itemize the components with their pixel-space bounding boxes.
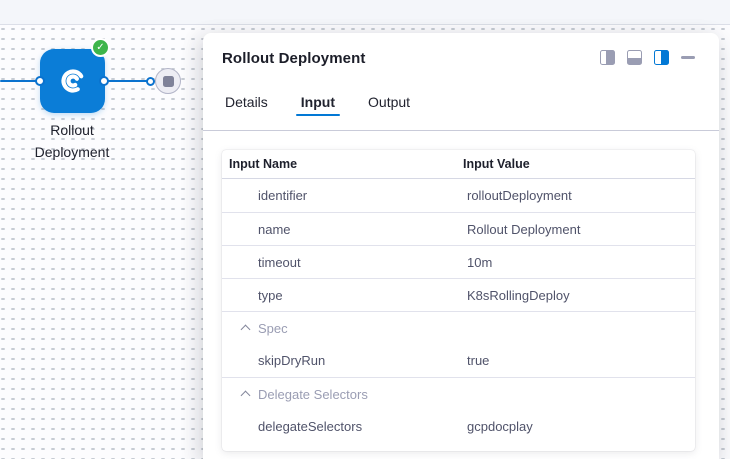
- step-details-panel: Rollout Deployment Details Input Output …: [203, 33, 719, 459]
- input-value-cell: K8sRollingDeploy: [463, 288, 695, 303]
- edge-outgoing: [104, 80, 151, 83]
- tab-input[interactable]: Input: [296, 92, 340, 122]
- input-value-cell: rolloutDeployment: [463, 188, 695, 203]
- input-value-cell: gcpdocplay: [463, 419, 695, 434]
- edge-incoming: [0, 80, 40, 83]
- node-label: Rollout Deployment: [12, 120, 132, 163]
- split-view-toggle-icon[interactable]: [600, 50, 615, 65]
- edge-connector-dot: [146, 77, 155, 86]
- input-value-cell: 10m: [463, 255, 695, 270]
- panel-tabs: Details Input Output: [203, 92, 719, 131]
- input-name-cell: identifier: [222, 188, 463, 203]
- panel-body: Input Name Input Value identifierrollout…: [203, 131, 719, 451]
- input-name-cell: timeout: [222, 255, 463, 270]
- input-name-cell: type: [222, 288, 463, 303]
- input-name-cell: name: [222, 222, 463, 237]
- tab-output[interactable]: Output: [363, 92, 415, 122]
- pipeline-end-node[interactable]: [155, 68, 181, 94]
- app-window: ✓ Rollout Deployment Rollout Deployment …: [0, 0, 730, 459]
- panel-header: Rollout Deployment: [203, 33, 719, 92]
- input-value-cell: Rollout Deployment: [463, 222, 695, 237]
- panel-window-controls: [600, 50, 695, 65]
- input-table-rows: identifierrolloutDeploymentnameRollout D…: [222, 179, 695, 443]
- node-port-right: [99, 76, 109, 86]
- step-node-rollout-deployment[interactable]: [40, 49, 105, 113]
- group-label: Spec: [249, 321, 695, 336]
- success-check-icon: ✓: [91, 38, 110, 57]
- minimize-icon[interactable]: [681, 56, 695, 59]
- tab-details[interactable]: Details: [222, 92, 273, 122]
- table-row: timeout10m: [222, 245, 695, 278]
- table-row: identifierrolloutDeployment: [222, 179, 695, 212]
- input-table-card: Input Name Input Value identifierrollout…: [222, 150, 695, 451]
- group-row: Spec: [222, 311, 695, 344]
- panel-title: Rollout Deployment: [222, 50, 365, 67]
- dock-right-toggle-icon[interactable]: [654, 50, 669, 65]
- dock-bottom-toggle-icon[interactable]: [627, 50, 642, 65]
- input-table-header: Input Name Input Value: [222, 150, 695, 179]
- table-row: delegateSelectorsgcpdocplay: [222, 410, 695, 443]
- stop-square-icon: [163, 76, 174, 87]
- group-row: Delegate Selectors: [222, 377, 695, 410]
- input-value-cell: true: [463, 353, 695, 368]
- column-header-input-value: Input Value: [463, 157, 695, 171]
- table-row: typeK8sRollingDeploy: [222, 278, 695, 311]
- table-row: nameRollout Deployment: [222, 212, 695, 245]
- group-label: Delegate Selectors: [249, 387, 695, 402]
- top-bar: [0, 0, 730, 25]
- node-port-left: [35, 76, 45, 86]
- table-row: skipDryRuntrue: [222, 344, 695, 377]
- column-header-input-name: Input Name: [222, 157, 463, 171]
- input-name-cell: delegateSelectors: [222, 419, 463, 434]
- input-name-cell: skipDryRun: [222, 353, 463, 368]
- k8s-rolling-deploy-icon: [57, 65, 89, 97]
